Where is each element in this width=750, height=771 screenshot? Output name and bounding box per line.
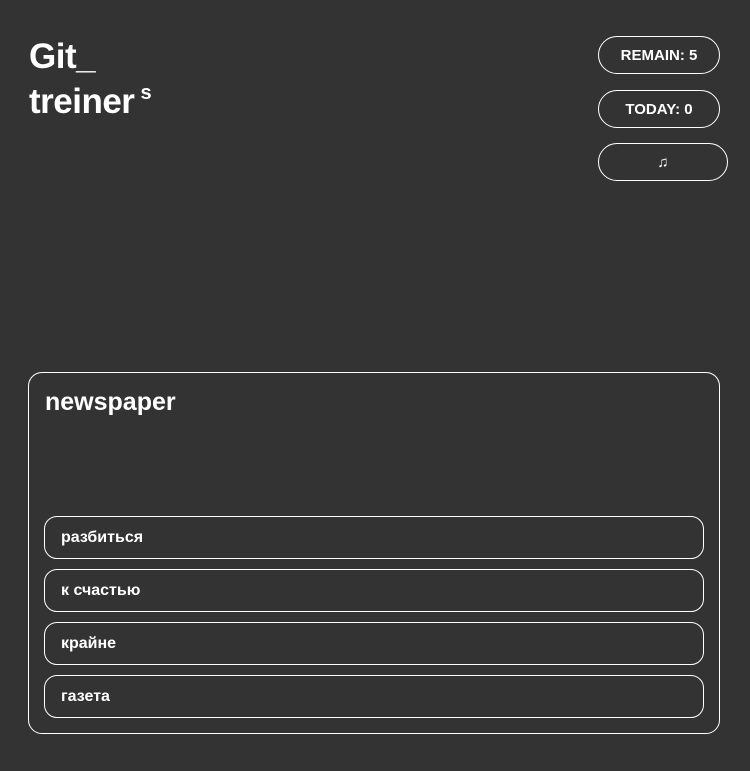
app-logo: Git_ treiner s [29,34,152,130]
music-note-icon: ♫ [657,153,669,171]
answer-option[interactable]: к счастью [44,569,704,612]
music-toggle-button[interactable]: ♫ [598,143,728,181]
today-counter-button[interactable]: TODAY: 0 [598,90,720,128]
logo-word: treiner [29,82,135,121]
answer-option[interactable]: газета [44,675,704,718]
logo-superscript: s [140,82,152,104]
logo-line-1: Git_ [29,37,96,76]
quiz-word: newspaper [45,388,176,416]
quiz-card: newspaper разбиться к счастью крайне газ… [28,372,720,734]
answer-option[interactable]: разбиться [44,516,704,559]
logo-line-2: treiner s [29,79,152,130]
remain-counter-button[interactable]: REMAIN: 5 [598,36,720,74]
answer-option[interactable]: крайне [44,622,704,665]
